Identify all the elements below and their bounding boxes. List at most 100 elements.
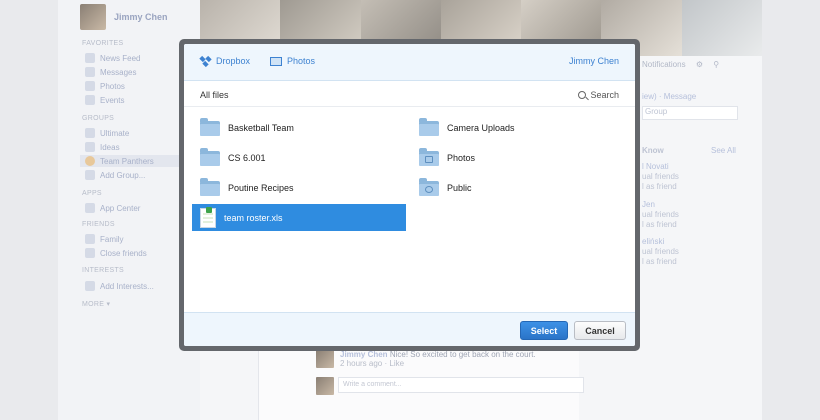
section-friends: FRIENDS xyxy=(82,221,115,228)
file-name: Basketball Team xyxy=(228,123,294,133)
photos-folder-icon xyxy=(419,147,439,166)
flask-icon xyxy=(85,142,95,152)
search-label: Search xyxy=(590,90,619,100)
photos-icon xyxy=(85,81,95,91)
right-header: Notifications ⚙ ⚲ xyxy=(642,60,738,74)
section-favorites: FAVORITES xyxy=(82,40,124,47)
list-item[interactable]: Public xyxy=(411,175,625,201)
divider xyxy=(184,106,635,107)
person-name[interactable]: l Novati xyxy=(642,162,669,171)
breadcrumb[interactable]: All files xyxy=(200,90,229,100)
list-item-selected[interactable]: team roster.xls xyxy=(192,204,406,231)
person-name[interactable]: Jen xyxy=(642,200,655,209)
avatar xyxy=(316,350,334,368)
search-icon[interactable]: ⚲ xyxy=(713,60,719,69)
person-name[interactable]: eliński xyxy=(642,237,664,246)
sidebar-item-label: Add Interests... xyxy=(100,281,154,291)
section-interests: INTERESTS xyxy=(82,267,124,274)
cancel-button[interactable]: Cancel xyxy=(574,321,626,340)
sidebar-item-label: Photos xyxy=(100,81,125,91)
sidebar-item-label: Close friends xyxy=(100,248,147,258)
sidebar-item-add-group[interactable]: Add Group... xyxy=(85,170,145,180)
group-field[interactable]: Group xyxy=(642,106,738,120)
profile-link[interactable]: Jimmy Chen xyxy=(80,4,168,30)
folder-icon xyxy=(200,117,220,136)
comment-text: Nice! So excited to get back on the cour… xyxy=(389,350,536,359)
news-feed-icon xyxy=(85,53,95,63)
sidebar-item-messages[interactable]: Messages xyxy=(85,67,136,77)
file-name: Photos xyxy=(447,153,476,163)
search-button[interactable]: Search xyxy=(578,90,619,100)
sidebar-item-add-interests[interactable]: Add Interests... xyxy=(85,281,154,291)
add-friend-link[interactable]: l as friend xyxy=(642,257,677,266)
basketball-icon xyxy=(85,156,95,166)
comment-input[interactable]: Write a comment... xyxy=(338,377,584,393)
app-center-icon xyxy=(85,203,95,213)
folder-icon xyxy=(200,147,220,166)
select-button[interactable]: Select xyxy=(520,321,568,340)
comment-author[interactable]: Jimmy Chen xyxy=(340,350,388,359)
tab-photos[interactable]: Photos xyxy=(270,56,315,66)
mutual-friends: ual friends xyxy=(642,247,679,256)
sidebar-item-label: App Center xyxy=(100,203,141,213)
file-name: Public xyxy=(447,183,472,193)
sidebar-item-ultimate[interactable]: Ultimate xyxy=(85,128,129,138)
sidebar-item-family[interactable]: Family xyxy=(85,234,124,244)
comment-composer xyxy=(316,377,334,395)
sidebar-item-photos[interactable]: Photos xyxy=(85,81,125,91)
sidebar-item-label: News Feed xyxy=(100,53,141,63)
avatar xyxy=(316,377,334,395)
list-item[interactable]: CS 6.001 xyxy=(192,145,406,171)
avatar xyxy=(80,4,106,30)
more-link[interactable]: MORE ▾ xyxy=(82,300,110,308)
sidebar-item-news-feed[interactable]: News Feed xyxy=(85,53,140,63)
sidebar-item-label: Team Panthers xyxy=(100,156,154,166)
sidebar-item-label: Ideas xyxy=(100,142,120,152)
add-group-icon xyxy=(85,170,95,180)
comment-meta: 2 hours ago · Like xyxy=(340,359,405,368)
profile-name: Jimmy Chen xyxy=(114,12,168,22)
dialog-header: Dropbox Photos Jimmy Chen xyxy=(184,44,635,81)
mutual-friends: ual friends xyxy=(642,210,679,219)
search-icon xyxy=(578,91,587,99)
section-groups: GROUPS xyxy=(82,115,115,122)
messages-icon xyxy=(85,67,95,77)
public-folder-icon xyxy=(419,177,439,196)
message-link[interactable]: iew) · Message xyxy=(642,92,696,101)
sidebar-item-label: Events xyxy=(100,95,125,105)
file-name: Poutine Recipes xyxy=(228,183,294,193)
sidebar-item-label: Messages xyxy=(100,67,137,77)
cover-photo xyxy=(681,0,762,56)
add-interests-icon xyxy=(85,281,95,291)
add-friend-link[interactable]: l as friend xyxy=(642,220,677,229)
list-item[interactable]: Basketball Team xyxy=(192,115,406,141)
list-item[interactable]: Camera Uploads xyxy=(411,115,625,141)
sidebar-item-close-friends[interactable]: Close friends xyxy=(85,248,147,258)
sidebar-item-app-center[interactable]: App Center xyxy=(85,203,140,213)
dialog-footer: Select Cancel xyxy=(184,312,635,346)
section-apps: APPS xyxy=(82,190,102,197)
list-item[interactable]: Photos xyxy=(411,145,625,171)
dialog-body: Dropbox Photos Jimmy Chen All files Sear… xyxy=(184,44,635,346)
dropbox-chooser-dialog: Dropbox Photos Jimmy Chen All files Sear… xyxy=(179,39,640,351)
comment: Jimmy Chen Nice! So excited to get back … xyxy=(316,350,536,368)
notifications-tab[interactable]: Notifications xyxy=(642,60,686,69)
star-icon xyxy=(85,248,95,258)
sidebar-item-label: Add Group... xyxy=(100,170,146,180)
gear-icon[interactable]: ⚙ xyxy=(696,60,703,69)
tab-dropbox[interactable]: Dropbox xyxy=(200,56,250,68)
group-icon xyxy=(85,128,95,138)
sidebar-item-ideas[interactable]: Ideas xyxy=(85,142,120,152)
file-name: CS 6.001 xyxy=(228,153,266,163)
account-name[interactable]: Jimmy Chen xyxy=(569,56,619,66)
home-icon xyxy=(85,234,95,244)
know-header: Know xyxy=(642,146,664,155)
photos-icon xyxy=(270,56,282,66)
add-friend-link[interactable]: l as friend xyxy=(642,182,677,191)
spreadsheet-icon xyxy=(200,206,216,228)
list-item[interactable]: Poutine Recipes xyxy=(192,175,406,201)
calendar-icon xyxy=(85,95,95,105)
see-all-link[interactable]: See All xyxy=(711,146,736,155)
sidebar-item-events[interactable]: Events xyxy=(85,95,124,105)
file-name: Camera Uploads xyxy=(447,123,515,133)
